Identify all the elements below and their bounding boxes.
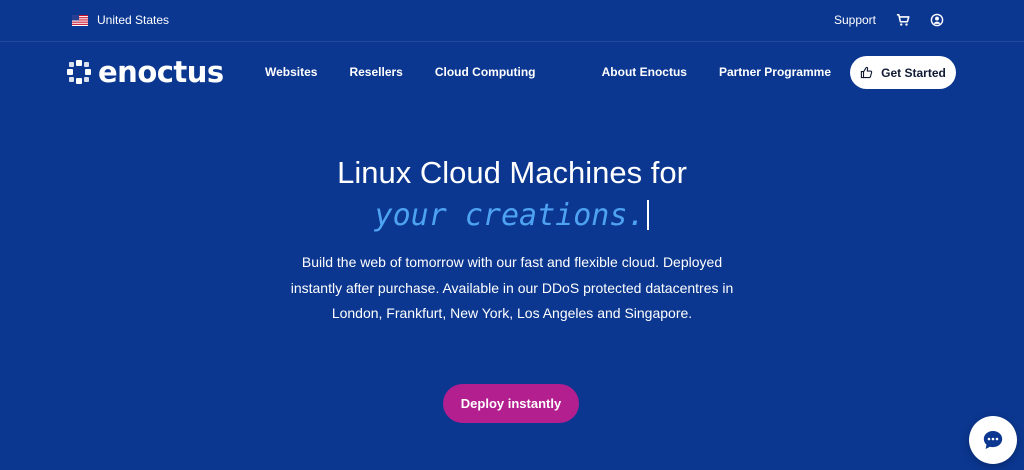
nav-link-partner-programme[interactable]: Partner Programme [719, 65, 831, 79]
us-flag-icon [72, 14, 88, 26]
nav-link-about[interactable]: About Enoctus [602, 65, 687, 79]
chat-bubble-icon [983, 431, 1003, 449]
hero-typed-line: your creations. [0, 196, 1024, 236]
main-navigation: enoctus Websites Resellers Cloud Computi… [0, 52, 1024, 92]
region-selector[interactable]: United States [72, 12, 169, 28]
nav-link-resellers[interactable]: Resellers [349, 65, 402, 79]
deploy-instantly-button[interactable]: Deploy instantly [443, 384, 579, 423]
top-links: Support [834, 11, 944, 29]
nav-link-cloud-computing[interactable]: Cloud Computing [435, 65, 536, 79]
typing-cursor [647, 200, 650, 230]
top-utility-bar: United States Support [0, 0, 1024, 42]
support-link[interactable]: Support [834, 13, 876, 27]
thumbs-up-icon [860, 66, 873, 79]
secondary-nav-links: About Enoctus Partner Programme [602, 65, 831, 79]
enoctus-logo-icon [67, 60, 91, 84]
hero-typed-text: your creations. [374, 198, 646, 233]
user-account-icon[interactable] [930, 13, 944, 27]
brand-name: enoctus [98, 54, 224, 89]
brand-logo[interactable]: enoctus [66, 56, 224, 88]
chat-widget-button[interactable] [969, 416, 1017, 464]
get-started-label: Get Started [881, 65, 946, 80]
get-started-button[interactable]: Get Started [850, 56, 956, 89]
hero-title: Linux Cloud Machines for [337, 155, 687, 190]
deploy-instantly-label: Deploy instantly [460, 396, 562, 411]
hero-description: Build the web of tomorrow with our fast … [290, 254, 734, 322]
region-label: United States [97, 13, 170, 27]
primary-nav-links: Websites Resellers Cloud Computing [265, 65, 535, 79]
cart-icon[interactable] [896, 13, 910, 27]
nav-link-websites[interactable]: Websites [265, 65, 317, 79]
